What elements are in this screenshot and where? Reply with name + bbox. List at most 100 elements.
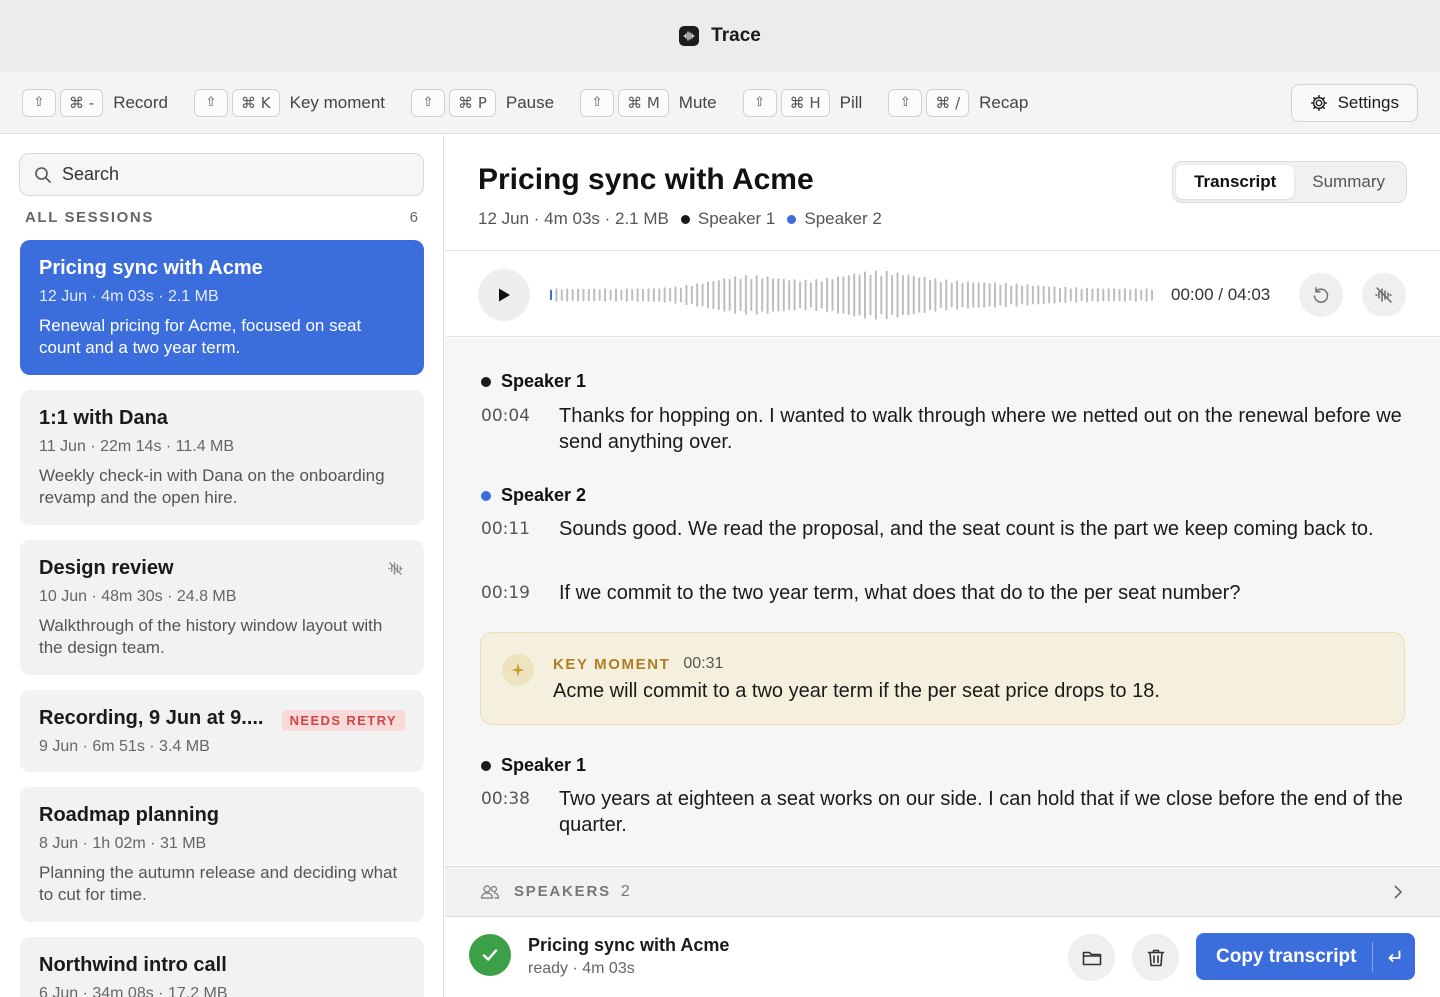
waveform-bar — [615, 288, 617, 302]
waveform-bar — [1107, 288, 1110, 302]
waveform-bar — [1031, 285, 1034, 305]
line-timestamp[interactable]: 00:38 — [481, 786, 559, 838]
waveform-bar — [1140, 289, 1143, 301]
line-timestamp[interactable]: 00:19 — [481, 580, 559, 606]
shift-key: ⇧ — [411, 88, 446, 117]
session-item-design-review[interactable]: Design review 10 Jun · 48m 30s · 24.8 MB… — [20, 540, 424, 675]
waveform-bar — [1102, 288, 1105, 302]
waveform-bar — [815, 278, 818, 312]
view-segmented-control: Transcript Summary — [1172, 161, 1407, 203]
session-item-northwind[interactable]: Northwind intro call 6 Jun · 34m 08s · 1… — [20, 937, 424, 997]
shortcut-keys: ⌘ M — [618, 88, 669, 117]
key-moment-card[interactable]: KEY MOMENT 00:31 Acme will commit to a t… — [480, 632, 1405, 725]
session-list: Pricing sync with Acme 12 Jun · 4m 03s ·… — [20, 240, 424, 997]
waveform-bar — [604, 288, 607, 302]
search-box[interactable] — [19, 153, 424, 196]
waveform-bar — [1086, 287, 1088, 303]
speaker-name: Speaker 1 — [501, 371, 587, 391]
speakers-disclosure[interactable]: SPEAKERS 2 — [445, 866, 1440, 917]
page-meta: 12 Jun · 4m 03s · 2.1 MB Speaker 1 Speak… — [478, 209, 882, 229]
search-icon — [35, 166, 51, 183]
waveform-bar — [901, 275, 904, 315]
line-timestamp[interactable]: 00:11 — [481, 516, 559, 542]
waveform-bar — [1113, 288, 1116, 302]
waveform-bar — [847, 275, 850, 315]
waveform-scrubber[interactable] — [548, 268, 1153, 322]
waveform-bar — [674, 286, 677, 304]
waveform-bar — [1004, 282, 1007, 308]
settings-label: Settings — [1337, 93, 1399, 112]
shortcut-pause[interactable]: ⇧ ⌘ P Pause — [411, 88, 554, 117]
waveform-bar — [571, 289, 574, 301]
delete-button[interactable] — [1132, 934, 1179, 981]
tab-summary[interactable]: Summary — [1294, 165, 1403, 199]
replay-button[interactable] — [1299, 273, 1343, 317]
reveal-folder-button[interactable] — [1068, 934, 1115, 981]
session-meta: 9 Jun · 6m 51s · 3.4 MB — [39, 738, 210, 755]
speaker-name: Speaker 1 — [501, 755, 587, 775]
shortcut-recap[interactable]: ⇧ ⌘ / Recap — [888, 88, 1029, 117]
waveform-bar — [885, 270, 888, 320]
waveform-bar — [587, 288, 590, 302]
page-title: Pricing sync with Acme — [478, 163, 814, 196]
needs-retry-badge: NEEDS RETRY — [281, 710, 405, 731]
shortcut-record[interactable]: ⇧ ⌘ - Record — [22, 88, 168, 117]
copy-transcript-button[interactable]: Copy transcript — [1196, 933, 1415, 980]
play-button[interactable] — [478, 269, 530, 321]
waveform-bar — [929, 279, 931, 311]
shortcut-keys: ⌘ / — [926, 88, 970, 117]
search-input[interactable] — [62, 164, 402, 185]
waveform-bar — [896, 272, 899, 318]
session-title: Pricing sync with Acme — [39, 257, 263, 279]
waveform-bar — [636, 288, 639, 302]
waveform-bar — [685, 284, 688, 306]
shortcut-label: Recap — [979, 92, 1029, 112]
waveform-bar — [1015, 283, 1018, 307]
session-detail: Pricing sync with Acme 12 Jun · 4m 03s ·… — [445, 135, 1440, 997]
waveform-bar — [1069, 288, 1072, 302]
waveform-bar — [1134, 288, 1137, 302]
line-timestamp[interactable]: 00:04 — [481, 403, 559, 455]
waveform-bar — [956, 280, 959, 310]
mute-audio-button[interactable] — [1362, 273, 1406, 317]
session-item-roadmap[interactable]: Roadmap planning 8 Jun · 1h 02m · 31 MB … — [20, 787, 424, 922]
settings-button[interactable]: Settings — [1290, 84, 1418, 122]
footer-status: ready · 4m 03s — [528, 960, 635, 977]
session-item-recording[interactable]: NEEDS RETRY Recording, 9 Jun at 9.... 9 … — [20, 690, 424, 772]
waveform-bar — [793, 279, 796, 311]
tab-transcript[interactable]: Transcript — [1176, 165, 1295, 199]
trace-logo-icon — [679, 26, 700, 46]
speaker-1-label: Speaker 1 — [697, 209, 776, 228]
transcript-line[interactable]: 00:04 Thanks for hopping on. I wanted to… — [481, 403, 1411, 455]
waveform-bar — [690, 285, 693, 304]
waveform-bar — [918, 277, 921, 313]
shortcut-mute[interactable]: ⇧ ⌘ M Mute — [580, 88, 717, 117]
transcript-line[interactable]: 00:11 Sounds good. We read the proposal,… — [481, 516, 1411, 542]
waveform-bar — [799, 281, 802, 309]
waveform-bar — [772, 278, 774, 312]
session-item-dana[interactable]: 1:1 with Dana 11 Jun · 22m 14s · 11.4 MB… — [20, 390, 424, 525]
transcript-line[interactable]: 00:38 Two years at eighteen a seat works… — [481, 786, 1411, 838]
waveform-bar — [1096, 288, 1099, 302]
shortcut-key-moment[interactable]: ⇧ ⌘ K Key moment — [194, 88, 385, 117]
transcript-panel: Speaker 1 00:04 Thanks for hopping on. I… — [445, 338, 1440, 865]
line-text: Two years at eighteen a seat works on ou… — [559, 788, 1403, 836]
waveform-bar — [977, 282, 980, 308]
waveform-bar — [1059, 287, 1061, 303]
shortcut-pill[interactable]: ⇧ ⌘ H Pill — [742, 88, 862, 117]
waveform-bar — [891, 274, 894, 316]
waveform-bar — [631, 289, 634, 301]
muted-waveform-icon — [1375, 287, 1392, 303]
waveform-bar — [647, 288, 650, 302]
waveform-bar — [701, 283, 704, 307]
key-moment-timestamp[interactable]: 00:31 — [683, 655, 723, 673]
waveform-bar — [1064, 286, 1067, 304]
waveform-bar — [663, 287, 666, 303]
transcript-line[interactable]: 00:19 If we commit to the two year term,… — [481, 580, 1411, 606]
session-meta: 11 Jun · 22m 14s · 11.4 MB — [39, 438, 235, 455]
waveform-bar — [782, 278, 785, 312]
session-title: Roadmap planning — [39, 804, 219, 826]
session-item-pricing-sync[interactable]: Pricing sync with Acme 12 Jun · 4m 03s ·… — [20, 240, 424, 375]
waveform-bar — [934, 278, 937, 312]
shift-key: ⇧ — [194, 88, 228, 117]
